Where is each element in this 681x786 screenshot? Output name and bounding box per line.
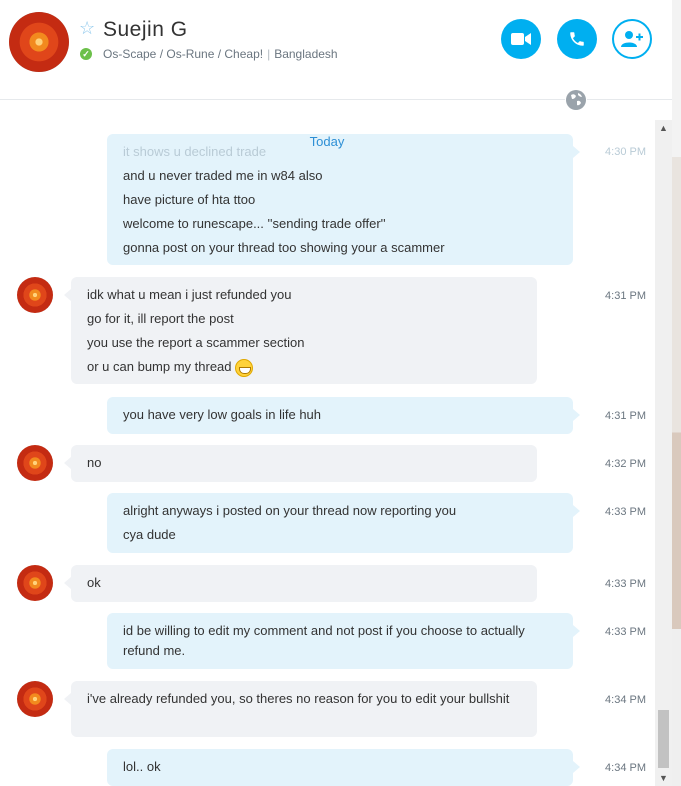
message-line: you have very low goals in life huh — [123, 407, 322, 422]
outgoing-message[interactable]: id be willing to edit my comment and not… — [107, 613, 580, 669]
incoming-message[interactable]: idk what u mean i just refunded you go f… — [64, 277, 537, 384]
audio-call-button[interactable] — [557, 19, 597, 59]
scroll-down-arrow-icon[interactable]: ▼ — [655, 770, 672, 786]
message-line: i've already refunded you, so theres no … — [87, 691, 510, 706]
message-line: go for it, ill report the post — [87, 311, 234, 326]
phone-icon — [570, 32, 584, 46]
message-line: no — [87, 455, 102, 470]
message-line: idk what u mean i just refunded you — [87, 287, 292, 302]
contact-mood: Os-Scape / Os-Rune / Cheap! — [103, 47, 264, 61]
message-time: 4:30 PM — [605, 146, 646, 158]
date-separator: Today — [282, 134, 372, 150]
message-line: or u can bump my thread — [87, 355, 521, 379]
incoming-message[interactable]: no — [64, 445, 537, 482]
message-time: 4:32 PM — [605, 458, 646, 470]
conversation-header: ☆ Suejin G ✓ Os-Scape / Os-Rune / Cheap!… — [0, 0, 672, 100]
mood-separator: | — [267, 47, 271, 61]
scrollbar-thumb[interactable] — [658, 710, 669, 768]
message-line: gonna post on your thread too showing yo… — [123, 240, 445, 255]
outgoing-message[interactable]: it shows u declined trade and u never tr… — [107, 134, 580, 265]
contact-mood-line: Os-Scape / Os-Rune / Cheap! | Bangladesh — [103, 46, 338, 62]
video-camera-icon — [511, 33, 531, 45]
incoming-message[interactable]: ok — [64, 565, 537, 602]
message-line: lol.. ok — [123, 759, 161, 774]
add-people-button[interactable] — [612, 19, 652, 59]
message-time: 4:33 PM — [605, 506, 646, 518]
message-line: cya dude — [123, 527, 176, 542]
contact-avatar-small[interactable] — [17, 681, 53, 717]
message-line: and u never traded me in w84 also — [123, 168, 323, 183]
message-line: you use the report a scammer section — [87, 335, 305, 350]
message-list[interactable]: it shows u declined trade and u never tr… — [0, 100, 655, 786]
add-person-icon — [621, 31, 643, 47]
message-time: 4:34 PM — [605, 762, 646, 774]
outgoing-message[interactable]: lol.. ok — [107, 749, 580, 786]
message-line: welcome to runescape... ''sending trade … — [123, 216, 386, 231]
contact-avatar-small[interactable] — [17, 445, 53, 481]
contact-name[interactable]: Suejin G — [103, 17, 188, 43]
message-text: or u can bump my thread — [87, 359, 232, 374]
scroll-up-arrow-icon[interactable]: ▲ — [655, 120, 672, 136]
outgoing-message[interactable]: alright anyways i posted on your thread … — [107, 493, 580, 553]
message-time: 4:33 PM — [605, 578, 646, 590]
contact-avatar-small[interactable] — [17, 565, 53, 601]
online-status-icon: ✓ — [80, 48, 92, 60]
contact-avatar[interactable] — [9, 12, 69, 72]
incoming-message[interactable]: i've already refunded you, so theres no … — [64, 681, 537, 737]
contact-avatar-small[interactable] — [17, 277, 53, 313]
message-line: alright anyways i posted on your thread … — [123, 503, 457, 518]
outgoing-message[interactable]: you have very low goals in life huh — [107, 397, 580, 434]
message-line: id be willing to edit my comment and not… — [123, 623, 525, 658]
message-time: 4:31 PM — [605, 410, 646, 422]
message-time: 4:31 PM — [605, 290, 646, 302]
message-time: 4:34 PM — [605, 694, 646, 706]
favorite-star-icon[interactable]: ☆ — [79, 18, 95, 38]
chat-scrollbar[interactable]: ▲ ▼ — [655, 120, 672, 786]
message-time: 4:33 PM — [605, 626, 646, 638]
message-line: ok — [87, 575, 101, 590]
background-window-edge — [672, 0, 681, 786]
contact-location: Bangladesh — [274, 47, 338, 61]
video-call-button[interactable] — [501, 19, 541, 59]
grin-emoji-icon — [234, 358, 253, 377]
message-line: have picture of hta ttoo — [123, 192, 256, 207]
